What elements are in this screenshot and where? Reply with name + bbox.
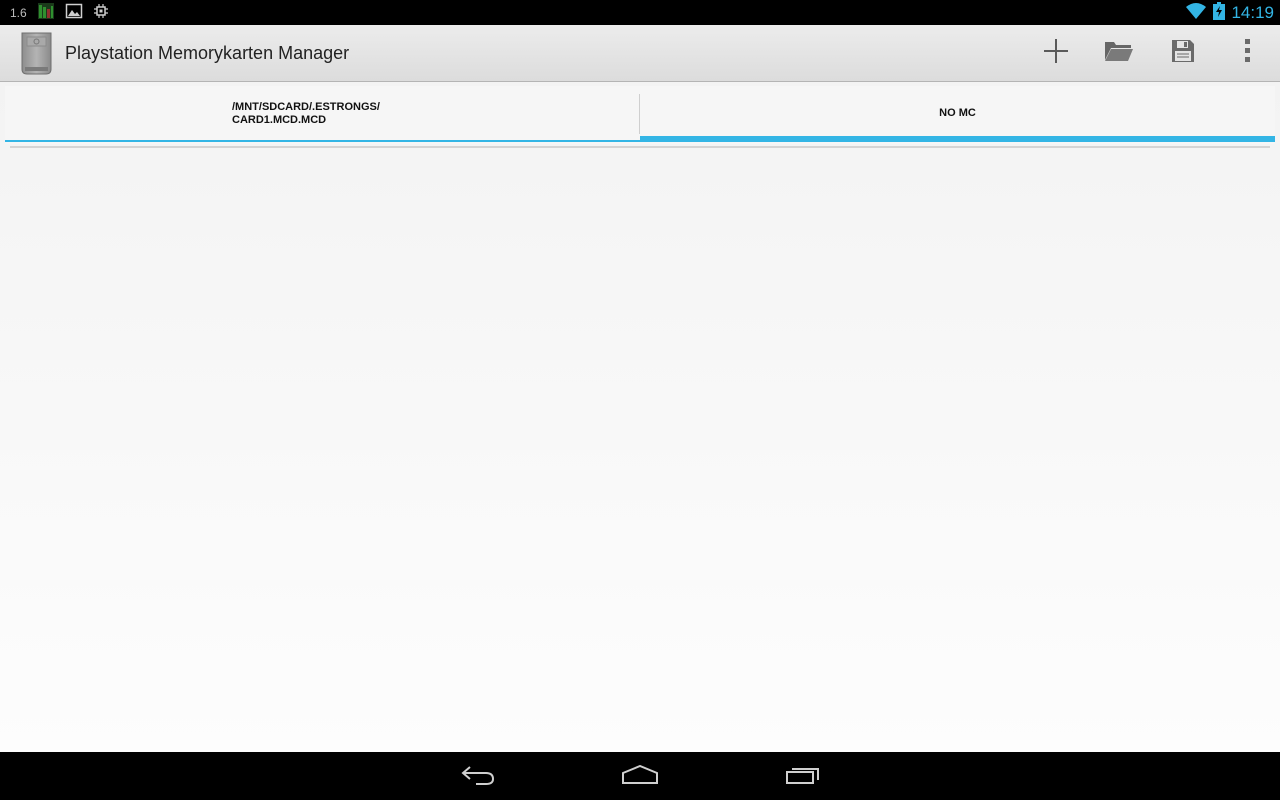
open-folder-icon: [1104, 39, 1134, 67]
recents-icon: [785, 765, 821, 789]
status-number: 1.6: [10, 5, 27, 20]
save-icon: [1171, 39, 1195, 67]
status-clock: 14:19: [1231, 2, 1274, 22]
add-icon: [1043, 38, 1069, 68]
tab-bar: /MNT/SDCARD/.ESTRONGS/ CARD1.MCD.MCD NO …: [5, 86, 1275, 144]
home-icon: [621, 764, 659, 789]
memory-card-icon[interactable]: [20, 32, 53, 75]
tab-label-line2: CARD1.MCD.MCD: [232, 114, 327, 126]
navigation-bar: [0, 752, 1280, 800]
status-bar: 1.6 14:19: [0, 0, 1280, 25]
signal-meter-icon: [37, 2, 55, 24]
action-bar: Playstation Memorykarten Manager: [0, 25, 1280, 82]
tab-label-line1: /MNT/SDCARD/.ESTRONGS/: [232, 101, 380, 113]
wifi-icon: [1185, 2, 1207, 24]
open-folder-button[interactable]: [1097, 31, 1141, 75]
tab-label: NO MC: [939, 107, 976, 119]
app-title: Playstation Memorykarten Manager: [65, 43, 350, 63]
tab-no-mc[interactable]: NO MC: [640, 86, 1275, 142]
tab-label: /MNT/SDCARD/.ESTRONGS/ CARD1.MCD.MCD: [232, 101, 432, 127]
overflow-menu-button[interactable]: [1226, 31, 1270, 75]
content-divider: [10, 146, 1270, 148]
tab-memory-card-1[interactable]: /MNT/SDCARD/.ESTRONGS/ CARD1.MCD.MCD: [5, 86, 640, 142]
chip-icon: [93, 3, 109, 23]
back-button[interactable]: [448, 760, 508, 794]
battery-charging-icon: [1213, 1, 1226, 24]
gallery-icon: [65, 2, 83, 24]
main-content: /MNT/SDCARD/.ESTRONGS/ CARD1.MCD.MCD NO …: [0, 82, 1280, 752]
home-button[interactable]: [610, 760, 670, 794]
save-button[interactable]: [1161, 31, 1205, 75]
overflow-menu-icon: [1244, 38, 1252, 68]
status-left-group: 1.6: [10, 0, 109, 25]
back-icon: [460, 764, 496, 790]
status-right-group: 14:19: [1185, 0, 1274, 25]
add-button[interactable]: [1034, 31, 1078, 75]
recents-button[interactable]: [773, 760, 833, 794]
